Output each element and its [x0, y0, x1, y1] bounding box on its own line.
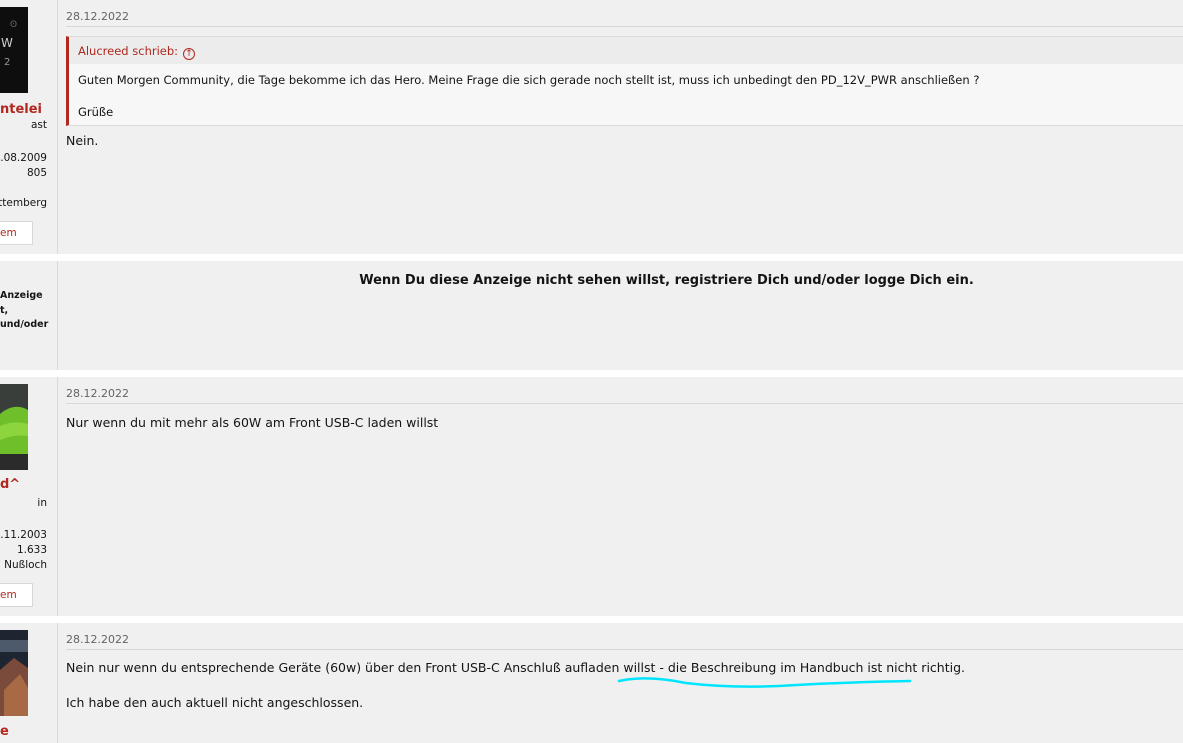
username[interactable]: ntelei	[0, 102, 42, 117]
user-location: Nußloch	[4, 559, 47, 571]
ad-side-line: t,	[0, 304, 9, 316]
user-rank: in	[37, 497, 47, 509]
post-date[interactable]: 28.12.2022	[66, 10, 129, 23]
user-panel: e	[0, 623, 58, 743]
ad-side-line: Anzeige	[0, 290, 43, 301]
user-action-button[interactable]: em	[0, 583, 33, 607]
avatar[interactable]	[0, 384, 28, 470]
quote-text: Guten Morgen Community, die Tage bekomme…	[78, 73, 980, 87]
user-post-count: 805	[26, 167, 47, 179]
user-action-label: em	[0, 589, 17, 601]
user-action-button[interactable]: em	[0, 221, 33, 245]
post-3: e 28.12.2022 Nein nur wenn du entspreche…	[0, 623, 1183, 743]
svg-text:2: 2	[4, 57, 10, 68]
highlight-underline-mark	[617, 677, 912, 688]
avatar-image	[0, 384, 28, 470]
arrow-up-circle-icon[interactable]: ↑	[183, 48, 196, 60]
post-message: Nein.	[66, 133, 99, 148]
quote-greeting: Grüße	[78, 105, 114, 119]
avatar[interactable]: W 2 ʘ	[0, 7, 28, 93]
quote-header: Alucreed schrieb: ↑	[69, 37, 1183, 64]
post-date[interactable]: 28.12.2022	[66, 633, 129, 646]
ad-side-text: Anzeige t, und/oder	[0, 289, 48, 333]
quote-block: Alucreed schrieb: ↑ Guten Morgen Communit…	[66, 36, 1183, 126]
ad-notice: Wenn Du diese Anzeige nicht sehen willst…	[359, 273, 974, 288]
post-2: d^ in 9.11.2003 1.633 Nußloch em 28.12.2…	[0, 377, 1183, 616]
post-message: Nur wenn du mit mehr als 60W am Front US…	[66, 415, 439, 430]
quote-author-label[interactable]: Alucreed schrieb:	[78, 44, 178, 58]
user-panel: W 2 ʘ ntelei ast 2.08.2009 805 ttemberg …	[0, 0, 58, 254]
user-panel: d^ in 9.11.2003 1.633 Nußloch em	[0, 377, 58, 616]
divider	[66, 26, 1183, 27]
post-message-line-2: Ich habe den auch aktuell nicht angeschl…	[66, 695, 364, 710]
avatar-image	[0, 630, 28, 716]
username[interactable]: d^	[0, 477, 20, 492]
user-location: ttemberg	[0, 197, 47, 209]
username[interactable]: e	[0, 724, 9, 739]
divider	[66, 403, 1183, 404]
svg-text:ʘ: ʘ	[10, 20, 17, 30]
post-message-line-1: Nein nur wenn du entsprechende Geräte (6…	[66, 660, 965, 675]
svg-text:W: W	[1, 36, 13, 50]
ad-block: Anzeige t, und/oder Wenn Du diese Anzeig…	[0, 261, 1183, 370]
quote-author[interactable]: Alucreed schrieb: ↑	[78, 44, 196, 60]
user-joined: 2.08.2009	[0, 152, 47, 164]
avatar[interactable]	[0, 630, 28, 716]
user-post-count: 1.633	[16, 544, 47, 556]
ad-side-line: und/oder	[0, 319, 49, 330]
post-1: W 2 ʘ ntelei ast 2.08.2009 805 ttemberg …	[0, 0, 1183, 254]
divider	[66, 649, 1183, 650]
post-date[interactable]: 28.12.2022	[66, 387, 129, 400]
user-joined: 9.11.2003	[0, 529, 47, 541]
user-rank: ast	[30, 119, 47, 131]
user-action-label: em	[0, 227, 17, 239]
avatar-image: W 2 ʘ	[0, 7, 28, 93]
